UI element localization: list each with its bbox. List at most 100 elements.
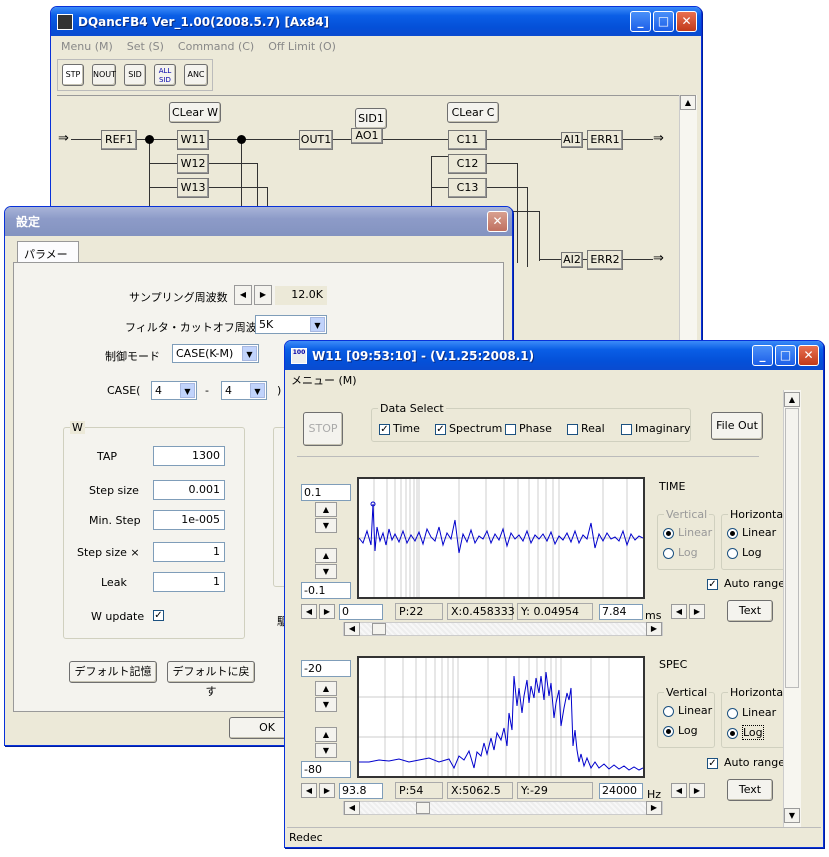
w11-scroll-down-icon[interactable]: ▼ bbox=[784, 808, 800, 823]
spectrum-checkbox[interactable]: ✓ bbox=[435, 423, 446, 435]
time-scroll-left-icon[interactable]: ◀ bbox=[671, 604, 687, 619]
time-v-linear[interactable]: Linear bbox=[663, 526, 712, 539]
real-checkbox[interactable] bbox=[567, 423, 578, 435]
time-x-right-icon[interactable]: ▶ bbox=[319, 604, 335, 619]
time-h-linear-radio[interactable] bbox=[727, 527, 738, 539]
tab-parameters[interactable]: パラメータ bbox=[17, 241, 79, 277]
leak-input[interactable]: 1 bbox=[153, 572, 225, 592]
time-ymax-input[interactable]: 0.1 bbox=[301, 484, 351, 501]
step-size-input[interactable]: 0.001 bbox=[153, 480, 225, 500]
phase-checkbox[interactable] bbox=[505, 423, 516, 435]
mode-select[interactable]: CASE(K-M) ▼ bbox=[172, 344, 259, 363]
time-ymin-input[interactable]: -0.1 bbox=[301, 582, 351, 599]
min-step-input[interactable]: 1e-005 bbox=[153, 510, 225, 530]
sid1-button[interactable]: SID1 bbox=[355, 108, 387, 129]
remember-default-button[interactable]: デフォルト記憶 bbox=[69, 661, 157, 683]
time-auto-range[interactable]: ✓ Auto range bbox=[707, 577, 785, 590]
spec-ymax-down-icon[interactable]: ▼ bbox=[315, 697, 337, 712]
spec-auto-range-checkbox[interactable]: ✓ bbox=[707, 757, 718, 769]
maximize-icon[interactable]: □ bbox=[653, 11, 674, 32]
option-time[interactable]: ✓ Time bbox=[379, 422, 420, 435]
time-scroll-right-icon[interactable]: ▶ bbox=[689, 604, 705, 619]
time-plot[interactable] bbox=[357, 477, 645, 599]
chevron-down-icon[interactable]: ▼ bbox=[180, 383, 195, 398]
time-ymin-up-icon[interactable]: ▲ bbox=[315, 548, 337, 563]
c13-node[interactable]: C13 bbox=[448, 178, 487, 198]
w11-scroll-up-icon[interactable]: ▲ bbox=[784, 392, 800, 407]
time-h-log-radio[interactable] bbox=[727, 547, 738, 559]
restore-default-button[interactable]: デフォルトに戻す bbox=[167, 661, 255, 698]
chevron-down-icon[interactable]: ▼ bbox=[310, 317, 325, 332]
spec-horizontal-scrollbar[interactable]: ◀ ▶ bbox=[343, 801, 663, 815]
time-x-end-input[interactable]: 7.84 bbox=[599, 604, 643, 620]
spec-ymin-up-icon[interactable]: ▲ bbox=[315, 727, 337, 742]
menu-item-off-limit[interactable]: Off Limit (O) bbox=[268, 40, 336, 53]
time-ymax-up-icon[interactable]: ▲ bbox=[315, 502, 337, 517]
spec-v-log-radio[interactable] bbox=[663, 725, 674, 737]
w13-node[interactable]: W13 bbox=[177, 178, 209, 198]
step-multiplier-input[interactable]: 1 bbox=[153, 542, 225, 562]
sampling-left-icon[interactable]: ◀ bbox=[234, 285, 252, 305]
menu-item-set[interactable]: Set (S) bbox=[127, 40, 164, 53]
time-v-log-radio[interactable] bbox=[663, 547, 674, 559]
ref1-node[interactable]: REF1 bbox=[101, 130, 137, 150]
time-v-linear-radio[interactable] bbox=[663, 527, 674, 539]
spec-v-linear[interactable]: Linear bbox=[663, 704, 712, 717]
clear-c-button[interactable]: CLear C bbox=[447, 102, 499, 123]
close-icon[interactable]: ✕ bbox=[676, 11, 697, 32]
w11-node[interactable]: W11 bbox=[177, 130, 209, 150]
spec-auto-range[interactable]: ✓ Auto range bbox=[707, 756, 785, 769]
w11-menu-item[interactable]: メニュー (M) bbox=[291, 372, 357, 388]
time-ymin-down-icon[interactable]: ▼ bbox=[315, 564, 337, 579]
time-checkbox[interactable]: ✓ bbox=[379, 423, 390, 435]
menu-item-menu[interactable]: Menu (M) bbox=[61, 40, 113, 53]
spec-ymin-input[interactable]: -80 bbox=[301, 761, 351, 778]
err1-node[interactable]: ERR1 bbox=[587, 130, 623, 150]
hscroll-right-icon[interactable]: ▶ bbox=[646, 801, 662, 815]
time-x-start-input[interactable]: 0 bbox=[339, 604, 383, 620]
c11-node[interactable]: C11 bbox=[448, 130, 487, 150]
spec-plot[interactable] bbox=[357, 656, 645, 778]
w-update-checkbox[interactable]: ✓ bbox=[153, 610, 164, 621]
w11-minimize-icon[interactable]: _ bbox=[752, 345, 773, 366]
spec-h-linear-radio[interactable] bbox=[727, 707, 738, 719]
spec-x-left-icon[interactable]: ◀ bbox=[301, 783, 317, 798]
option-real[interactable]: Real bbox=[567, 422, 605, 435]
time-horizontal-scrollbar[interactable]: ◀ ▶ bbox=[343, 622, 663, 636]
hscroll-left-icon[interactable]: ◀ bbox=[344, 622, 360, 636]
spec-text-button[interactable]: Text bbox=[727, 779, 773, 801]
spec-ymax-up-icon[interactable]: ▲ bbox=[315, 681, 337, 696]
time-h-log[interactable]: Log bbox=[727, 546, 762, 559]
spec-v-log[interactable]: Log bbox=[663, 724, 698, 737]
spec-h-log[interactable]: Log bbox=[727, 725, 764, 740]
file-out-button[interactable]: File Out bbox=[711, 412, 763, 440]
spec-ymax-input[interactable]: -20 bbox=[301, 660, 351, 677]
time-v-log[interactable]: Log bbox=[663, 546, 698, 559]
spec-x-end-input[interactable]: 24000 bbox=[599, 783, 643, 799]
case-to-select[interactable]: 4 ▼ bbox=[221, 381, 267, 400]
w11-close-icon[interactable]: ✕ bbox=[798, 345, 819, 366]
option-spectrum[interactable]: ✓ Spectrum bbox=[435, 422, 502, 435]
spec-ymin-down-icon[interactable]: ▼ bbox=[315, 743, 337, 758]
spec-scroll-right-icon[interactable]: ▶ bbox=[689, 783, 705, 798]
spec-x-start-input[interactable]: 93.8 bbox=[339, 783, 383, 799]
tap-input[interactable]: 1300 bbox=[153, 446, 225, 466]
spec-h-linear[interactable]: Linear bbox=[727, 706, 776, 719]
chevron-down-icon[interactable]: ▼ bbox=[242, 346, 257, 361]
imaginary-checkbox[interactable] bbox=[621, 423, 632, 435]
hscroll-left-icon[interactable]: ◀ bbox=[344, 801, 360, 815]
option-imaginary[interactable]: Imaginary bbox=[621, 422, 690, 435]
time-h-linear[interactable]: Linear bbox=[727, 526, 776, 539]
anc-button[interactable]: ANC bbox=[184, 64, 208, 86]
sampling-right-icon[interactable]: ▶ bbox=[254, 285, 272, 305]
hscroll-right-icon[interactable]: ▶ bbox=[646, 622, 662, 636]
w11-maximize-icon[interactable]: □ bbox=[775, 345, 796, 366]
w12-node[interactable]: W12 bbox=[177, 154, 209, 174]
err2-node[interactable]: ERR2 bbox=[587, 250, 623, 270]
hscroll-thumb[interactable] bbox=[372, 623, 386, 635]
spec-x-right-icon[interactable]: ▶ bbox=[319, 783, 335, 798]
spec-h-log-radio[interactable] bbox=[727, 727, 738, 739]
time-x-left-icon[interactable]: ◀ bbox=[301, 604, 317, 619]
stp-button[interactable]: STP bbox=[62, 64, 84, 86]
nout-button[interactable]: NOUT bbox=[92, 64, 116, 86]
